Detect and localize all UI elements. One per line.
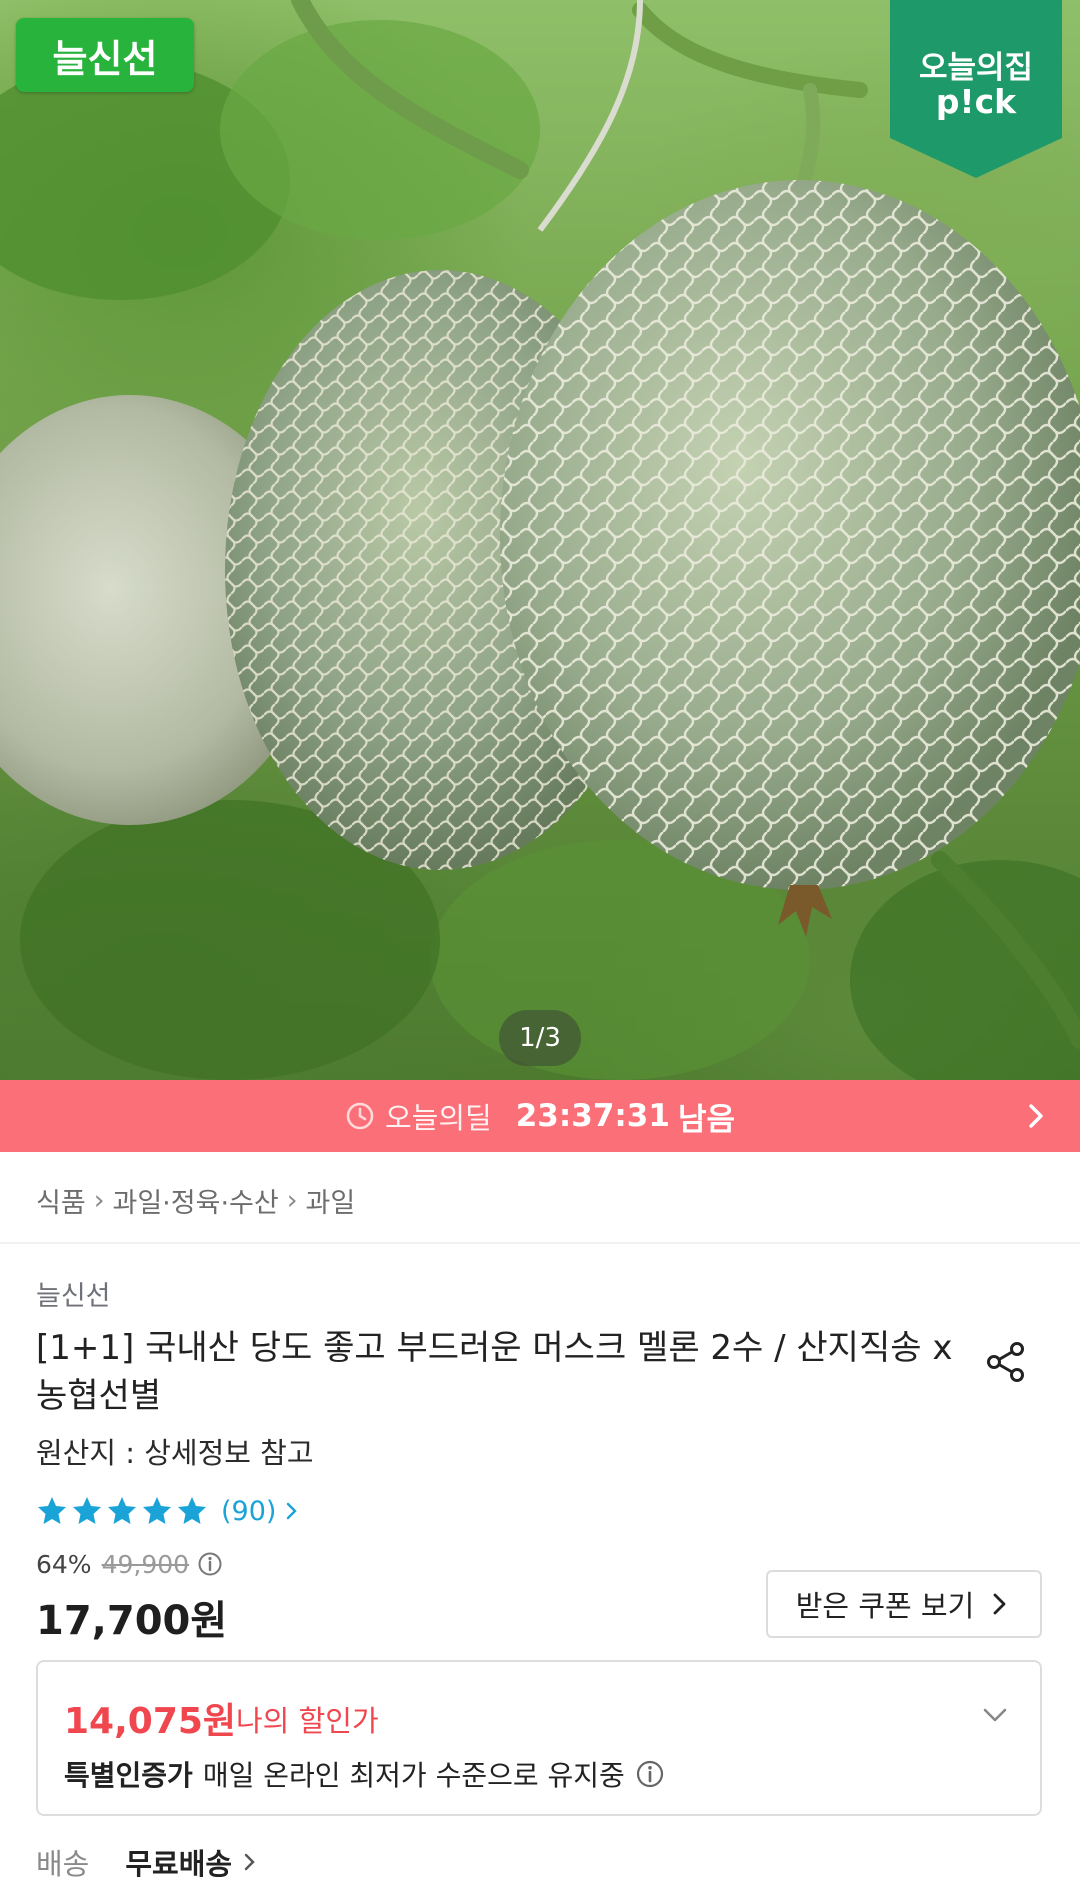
breadcrumb: 식품 › 과일·정육·수산 › 과일 xyxy=(36,1178,355,1222)
shipping-value: 무료배송 xyxy=(125,1847,233,1881)
today-deal-bar[interactable]: 오늘의딜 23:37:31 남음 xyxy=(0,1080,1080,1152)
brand-tag: 늘신선 xyxy=(16,18,194,92)
my-discount-price-label: 나의 할인가 xyxy=(236,1704,379,1738)
my-discount-price: 14,075원 xyxy=(64,1701,237,1742)
info-icon[interactable] xyxy=(197,1551,223,1577)
view-coupons-button[interactable]: 받은 쿠폰 보기 xyxy=(766,1570,1042,1638)
pick-badge-line2: p!ck xyxy=(935,82,1017,121)
image-page-indicator: 1/3 xyxy=(499,1010,581,1066)
original-price: 49,900 xyxy=(101,1549,190,1579)
share-icon[interactable] xyxy=(984,1340,1028,1384)
discount-rate: 64% xyxy=(36,1549,92,1579)
chevron-right-icon xyxy=(287,1502,298,1520)
pick-badge-line1: 오늘의집 xyxy=(918,50,1034,86)
chevron-right-icon[interactable] xyxy=(1018,1098,1054,1134)
review-count[interactable]: (90) xyxy=(221,1496,276,1527)
breadcrumb-item-fruit-meat-seafood[interactable]: 과일·정육·수산 xyxy=(113,1181,279,1220)
breadcrumb-item-fruit[interactable]: 과일 xyxy=(306,1181,356,1220)
my-discount-price-panel[interactable]: 14,075원 나의 할인가 특별인증가 매일 온라인 최저가 수준으로 유지중 xyxy=(36,1660,1042,1816)
special-certified-price-row: 특별인증가 매일 온라인 최저가 수준으로 유지중 xyxy=(64,1754,665,1794)
rating-stars xyxy=(36,1495,211,1527)
shipping-row[interactable]: 배송 무료배송 xyxy=(36,1840,260,1884)
chevron-right-icon xyxy=(993,1593,1006,1615)
info-icon[interactable] xyxy=(635,1759,665,1789)
star-icon xyxy=(108,1497,136,1524)
product-title: [1+1] 국내산 당도 좋고 부드러운 머스크 멜론 2수 / 산지직송 x … xyxy=(36,1328,953,1416)
chevron-down-icon[interactable] xyxy=(978,1698,1012,1732)
brand-name-link[interactable]: 늘신선 xyxy=(36,1274,111,1313)
breadcrumb-item-food[interactable]: 식품 xyxy=(36,1181,86,1220)
product-image-carousel[interactable]: 늘신선 오늘의집 p!ck 1/3 xyxy=(0,0,1080,1080)
chevron-right-icon xyxy=(244,1853,255,1871)
pick-badge: 오늘의집 p!ck xyxy=(890,0,1062,178)
section-divider xyxy=(0,1242,1080,1244)
deal-countdown: 23:37:31 xyxy=(515,1098,670,1134)
sale-price: 17,700원 xyxy=(36,1598,228,1644)
view-coupons-label: 받은 쿠폰 보기 xyxy=(795,1589,975,1623)
star-icon xyxy=(73,1497,101,1524)
star-icon xyxy=(143,1497,171,1524)
shipping-label: 배송 xyxy=(36,1847,90,1881)
discount-row: 64% 49,900 xyxy=(36,1546,223,1582)
origin-info: 원산지 : 상세정보 참고 xyxy=(36,1436,314,1470)
deal-label: 오늘의딜 xyxy=(385,1101,492,1135)
special-certified-price-label: 특별인증가 xyxy=(64,1759,193,1792)
special-certified-price-desc: 매일 온라인 최저가 수준으로 유지중 xyxy=(202,1759,625,1792)
star-icon xyxy=(178,1497,206,1524)
chevron-right-icon: › xyxy=(286,1184,298,1216)
star-icon xyxy=(38,1497,66,1524)
clock-icon xyxy=(346,1102,374,1130)
deal-countdown-suffix: 남음 xyxy=(677,1101,735,1138)
rating-row[interactable]: (90) xyxy=(36,1490,302,1532)
chevron-right-icon: › xyxy=(93,1184,105,1216)
